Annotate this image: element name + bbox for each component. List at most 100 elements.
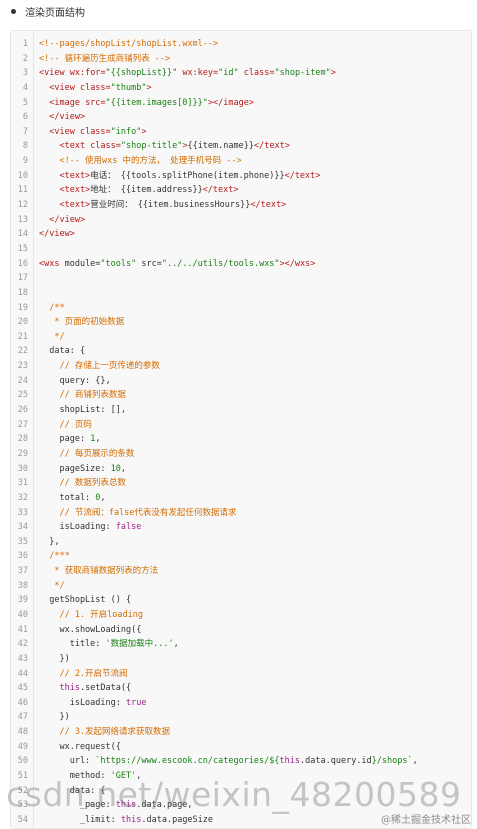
code-text: <!--pages/shopList/shopList.wxml--> — [39, 37, 218, 52]
line-number: 53 — [17, 800, 28, 811]
code-token: "info" — [110, 126, 142, 137]
code-line: 31 // 数据列表总数 — [11, 476, 471, 491]
code-line: 17 — [11, 271, 471, 286]
line-number: 31 — [17, 478, 28, 489]
code-line: 26 shopList: [], — [11, 403, 471, 418]
code-text: * 获取商铺数据列表的方法 — [39, 564, 158, 579]
line-number: 43 — [17, 653, 28, 664]
code-token: "id" — [218, 68, 239, 79]
code-line: 46 isLoading: true — [11, 696, 471, 711]
code-text: shopList: [], — [39, 403, 126, 418]
line-number: 2 — [22, 53, 28, 64]
code-token: */ — [39, 331, 65, 342]
line-number: 41 — [17, 624, 28, 635]
code-token: </view> — [39, 214, 86, 225]
code-token: <view — [39, 82, 80, 93]
code-line: 44 // 2.开启节流阀 — [11, 667, 471, 682]
code-text: wx.request({ — [39, 740, 120, 755]
code-text: <image src="{{item.images[0]}}"></image> — [39, 96, 254, 111]
line-number: 29 — [17, 448, 28, 459]
code-token: }) — [39, 712, 70, 723]
code-line: 3 <view wx:for="{{shopList}}" wx:key="id"… — [11, 66, 471, 81]
line-number: 40 — [17, 609, 28, 620]
line-number: 28 — [17, 434, 28, 445]
code-token: class= — [238, 68, 275, 79]
code-line: 52 data: { — [11, 784, 471, 799]
code-token: <!-- 循环遍历生成商铺列表 --> — [39, 53, 171, 64]
code-line: 28 page: 1, — [11, 432, 471, 447]
line-number: 18 — [17, 287, 28, 298]
code-token: </text> — [250, 200, 287, 211]
code-line: 10 <text>电话： {{tools.splitPhone(item.pho… — [11, 169, 471, 184]
code-text: // 3.发起网络请求获取数据 — [39, 725, 170, 740]
code-token: 营业时间： {{item.businessHours}} — [90, 200, 251, 211]
code-token: , — [100, 492, 106, 503]
code-token: shopList: [], — [39, 405, 126, 416]
code-token: </view> — [39, 229, 75, 240]
line-number: 32 — [17, 492, 28, 503]
code-token: .data.pageSize — [141, 814, 214, 825]
code-text: <view class="thumb"> — [39, 81, 152, 96]
code-token: </text> — [284, 170, 321, 181]
code-token: // 节流阀：false代表没有发起任何数据请求 — [39, 507, 237, 518]
code-text: // 每页展示的条数 — [39, 447, 134, 462]
code-token: "tools" — [100, 258, 137, 269]
line-number: 47 — [17, 712, 28, 723]
code-token: src= — [85, 97, 106, 108]
code-token: isLoading: — [39, 522, 116, 533]
code-token: "{{shopList}}" — [105, 68, 178, 79]
line-number: 20 — [17, 317, 28, 328]
code-token: "shop-item" — [274, 68, 331, 79]
code-line: 43 }) — [11, 652, 471, 667]
code-token: , — [412, 756, 418, 767]
code-content: 1 <!--pages/shopList/shopList.wxml--> 2 <!-… — [11, 37, 471, 828]
line-number: 30 — [17, 463, 28, 474]
code-text: title: '数据加载中...', — [39, 637, 179, 652]
code-token: {{item.name}} — [187, 141, 254, 152]
code-text: // 存储上一页传递的参数 — [39, 359, 159, 374]
code-token: // 页码 — [39, 419, 92, 430]
code-text: <view wx:for="{{shopList}}" wx:key="id" … — [39, 66, 336, 81]
code-token: , — [136, 771, 142, 782]
code-token: `https://www.escook.cn/categories/${ — [95, 756, 280, 767]
code-line: 47 }) — [11, 710, 471, 725]
code-token: src= — [136, 258, 162, 269]
code-text: // 1. 开启loading — [39, 608, 143, 623]
code-text: */ — [39, 330, 65, 345]
code-line: 19 /** — [11, 301, 471, 316]
code-line: 29 // 每页展示的条数 — [11, 447, 471, 462]
code-text: <!-- 循环遍历生成商铺列表 --> — [39, 52, 170, 67]
code-token: "{{item.images[0]}}" — [105, 97, 208, 108]
line-number: 13 — [17, 214, 28, 225]
code-text: // 节流阀：false代表没有发起任何数据请求 — [39, 506, 236, 521]
code-token: </text> — [202, 185, 239, 196]
code-token: 10 — [110, 463, 121, 474]
code-text: // 2.开启节流阀 — [39, 667, 127, 682]
code-token: > — [141, 126, 147, 137]
code-text: }) — [39, 710, 70, 725]
code-line: 18 — [11, 286, 471, 301]
code-token: "shop-title" — [120, 141, 183, 152]
code-token: "../../utils/tools.wxs" — [161, 258, 280, 269]
code-text: <text>营业时间： {{item.businessHours}}</text… — [39, 198, 286, 213]
line-number: 1 — [22, 39, 28, 49]
code-text: */ — [39, 579, 64, 594]
code-text: <text>地址： {{item.address}}</text> — [39, 183, 239, 198]
line-number: 8 — [22, 141, 28, 152]
code-token: 'GET' — [110, 771, 137, 782]
code-token: true — [126, 697, 147, 708]
line-number: 54 — [17, 814, 28, 825]
code-text: query: {}, — [39, 374, 110, 389]
code-token: * 获取商铺数据列表的方法 — [39, 566, 159, 577]
code-text: }, — [39, 535, 59, 550]
code-token: '数据加载中...' — [105, 639, 174, 650]
code-token: }/shops` — [371, 756, 413, 767]
code-token: _page: — [39, 800, 116, 811]
code-text: total: 0, — [39, 491, 106, 506]
code-line: 27 // 页码 — [11, 418, 471, 433]
code-token: </text> — [253, 141, 290, 152]
line-number: 11 — [17, 185, 28, 196]
code-token: > — [146, 82, 152, 93]
code-token: class= — [79, 126, 111, 137]
code-token: ></wxs> — [279, 258, 316, 269]
